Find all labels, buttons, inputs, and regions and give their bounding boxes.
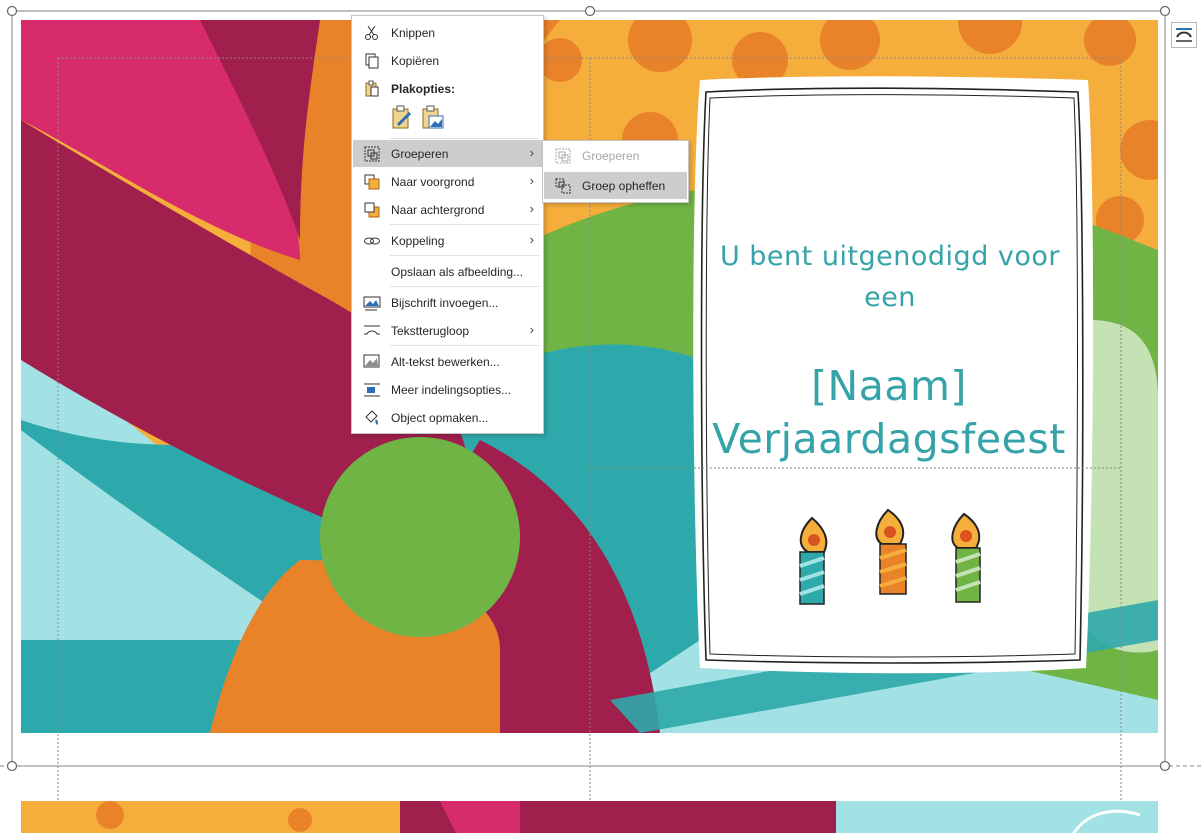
submenu-label: Groep opheffen: [582, 179, 666, 193]
menu-label: Opslaan als afbeelding...: [391, 265, 524, 279]
chevron-right-icon: ›: [529, 201, 534, 216]
paste-keep-source-icon[interactable]: [390, 105, 414, 131]
menu-item-edit-alt-text[interactable]: Alt-tekst bewerken...: [353, 348, 542, 375]
menu-label: Bijschrift invoegen...: [391, 296, 499, 310]
menu-label: Meer indelingsopties...: [391, 383, 512, 397]
layout-options-button[interactable]: [1171, 22, 1197, 48]
group-icon: [364, 146, 380, 162]
menu-label: Koppeling: [391, 234, 445, 248]
invite-text[interactable]: U bent uitgenodigd voor een: [712, 236, 1068, 318]
document-canvas: U bent uitgenodigd voor een [Naam] Verja…: [0, 0, 1201, 833]
chevron-right-icon: ›: [529, 232, 534, 247]
menu-label: Kopiëren: [391, 54, 440, 68]
menu-item-insert-caption[interactable]: Bijschrift invoegen...: [353, 289, 542, 316]
menu-separator: [390, 345, 539, 346]
layout-options-icon: [364, 383, 380, 397]
submenu-label: Groeperen: [582, 149, 640, 163]
link-icon: [364, 237, 380, 245]
menu-separator: [390, 224, 539, 225]
menu-item-send-backward[interactable]: Naar achtergrond ›: [353, 196, 542, 223]
menu-label: Groeperen: [391, 147, 449, 161]
menu-item-copy[interactable]: Kopiëren: [353, 47, 542, 74]
text-wrap-icon: [1176, 28, 1192, 42]
menu-separator: [390, 138, 539, 139]
candle-2: [875, 508, 907, 595]
menu-label: Naar achtergrond: [391, 203, 485, 217]
menu-item-format-object[interactable]: Object opmaken...: [353, 404, 542, 431]
menu-label: Alt-tekst bewerken...: [391, 355, 500, 369]
bring-forward-icon: [364, 174, 380, 190]
menu-label: Object opmaken...: [391, 411, 489, 425]
submenu-item-group[interactable]: Groeperen: [544, 142, 687, 169]
menu-item-text-wrap[interactable]: Tekstterugloop ›: [353, 317, 542, 344]
candle-3: [951, 512, 981, 603]
group-icon: [555, 148, 571, 164]
menu-item-group[interactable]: Groeperen ›: [353, 140, 542, 167]
menu-item-more-layout-options[interactable]: Meer indelingsopties...: [353, 376, 542, 403]
second-card-artwork: [21, 801, 1158, 833]
menu-item-bring-forward[interactable]: Naar voorgrond ›: [353, 168, 542, 195]
paste-as-picture-icon[interactable]: [421, 105, 445, 131]
menu-separator: [390, 286, 539, 287]
alt-text-icon: [363, 354, 380, 368]
chevron-right-icon: ›: [529, 173, 534, 188]
menu-label: Tekstterugloop: [391, 324, 470, 338]
caption-icon: [363, 296, 381, 311]
candle-1: [799, 516, 828, 605]
copy-icon: [365, 53, 379, 69]
name-line: [Naam]: [811, 362, 967, 410]
send-backward-icon: [364, 202, 380, 218]
menu-item-save-as-picture[interactable]: Opslaan als afbeelding...: [353, 258, 542, 285]
party-line: Verjaardagsfeest: [712, 415, 1066, 463]
menu-item-link[interactable]: Koppeling ›: [353, 227, 542, 254]
chevron-right-icon: ›: [529, 322, 534, 337]
paste-options-row: [390, 105, 450, 135]
chevron-right-icon: ›: [529, 145, 534, 160]
group-submenu: Groeperen Groep opheffen: [542, 140, 689, 203]
menu-header-paste: Plakopties:: [353, 75, 542, 102]
card-title[interactable]: [Naam] Verjaardagsfeest: [700, 360, 1078, 466]
menu-separator: [390, 255, 539, 256]
submenu-item-ungroup[interactable]: Groep opheffen: [544, 172, 687, 199]
menu-label: Knippen: [391, 26, 436, 40]
paste-icon: [365, 80, 379, 97]
menu-label: Naar voorgrond: [391, 175, 475, 189]
scissors-icon: [365, 25, 378, 40]
text-wrap-icon: [364, 325, 380, 335]
menu-header-label: Plakopties:: [391, 82, 456, 96]
format-object-icon: [365, 410, 379, 425]
ungroup-icon: [555, 178, 571, 194]
context-menu: Knippen Kopiëren Plakopties: Groeperen ›: [351, 15, 544, 434]
menu-item-cut[interactable]: Knippen: [353, 19, 542, 46]
